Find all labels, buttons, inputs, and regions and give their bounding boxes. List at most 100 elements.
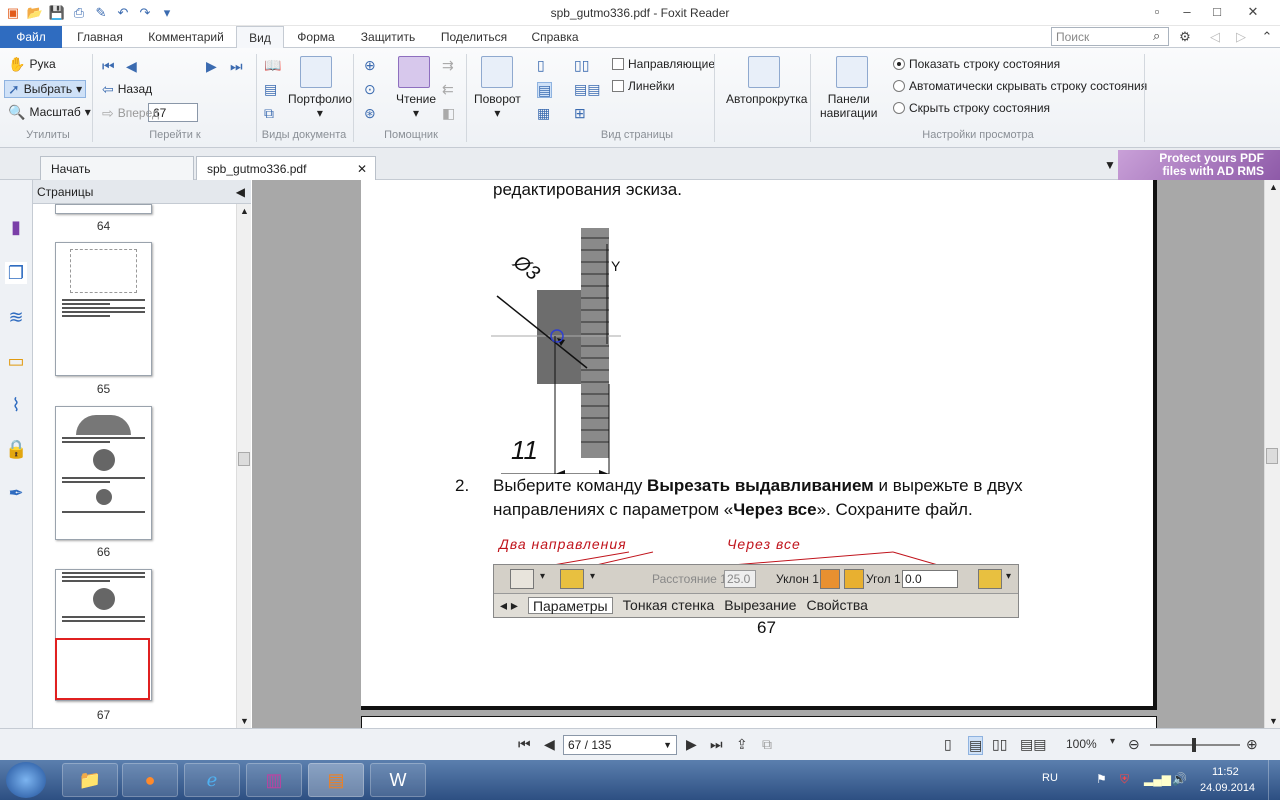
ad-banner[interactable]: Protect yours PDF files with AD RMS [1118,150,1280,180]
first-page-icon[interactable]: ⏮ [102,59,115,73]
close-tab-icon[interactable]: ✕ [357,157,367,181]
continuous-facing-icon[interactable]: ▤▤ [1020,736,1046,753]
rulers-check[interactable] [612,80,624,92]
two-page-icon[interactable]: ▯▯ [574,58,589,72]
language-indicator[interactable]: RU [1042,772,1058,784]
foxit-taskbar-button[interactable]: ▤ [308,763,364,797]
rulers-checkbox[interactable]: Линейки [612,79,675,93]
last-page-icon[interactable]: ⏭ [710,736,723,753]
zoom-tool-button[interactable]: 🔍 Масштаб ▾ [8,105,91,119]
reflow-view-icon[interactable]: ⧉ [264,106,274,120]
tab-file[interactable]: Файл [0,26,62,48]
last-page-icon[interactable]: ⏭ [230,59,243,73]
next-page-icon[interactable]: ▶ [686,736,697,753]
rotate-button[interactable]: Поворот ▾ [474,92,521,120]
single-page-icon[interactable]: ▯ [537,58,545,72]
tab-view[interactable]: Вид [236,26,284,49]
continuous-page-icon[interactable]: ▤ [537,82,553,98]
tab-help[interactable]: Справка [524,26,586,48]
page-navigation-field[interactable]: 67 / 135 ▼ [563,735,677,755]
document-viewport[interactable]: редактирования эскиза. Ø3 Y 11 2. Выбери… [252,180,1264,728]
radio-off[interactable] [893,80,905,92]
search-icon[interactable]: ⌕ [1153,28,1160,44]
hide-statusbar-radio[interactable]: Скрыть строку состояния [893,101,1050,115]
autohide-statusbar-radio[interactable]: Автоматически скрывать строку состояния [893,79,1147,93]
text-view-icon[interactable]: ▤ [264,82,277,96]
clock-date[interactable]: 24.09.2014 [1200,782,1255,794]
scroll-down-icon[interactable]: ▼ [1269,716,1278,726]
zoom-slider-handle[interactable] [1192,738,1196,752]
chevron-down-icon[interactable]: ▼ [663,740,672,750]
zoom-level[interactable]: 100% [1066,737,1097,751]
attachments-icon[interactable]: ⌇ [5,394,27,416]
zoom-in-lens-icon[interactable]: ⊕ [364,58,376,72]
collapse-panel-icon[interactable]: ◀ [236,185,245,199]
show-desktop-button[interactable] [1268,760,1280,800]
facing-view-icon[interactable]: ▯▯ [992,736,1007,753]
tab-share[interactable]: Поделиться [432,26,516,48]
security-lock-icon[interactable]: 🔒 [5,438,27,460]
tab-protect[interactable]: Защитить [352,26,424,48]
start-button[interactable] [6,762,46,798]
audio-stop-icon[interactable]: ◧ [442,106,455,120]
search-input[interactable]: Поиск [1051,27,1169,46]
nav-forward-arrow-icon[interactable]: ▷ [1230,27,1252,47]
close-button[interactable]: ✕ [1242,2,1264,22]
portfolio-button[interactable]: Портфолио ▾ [288,92,352,120]
read-aloud-button[interactable]: Чтение ▾ [396,92,436,120]
tabs-dropdown-icon[interactable]: ▼ [1104,158,1116,172]
portfolio-icon[interactable] [300,56,332,88]
page-thumbnail[interactable] [55,242,152,376]
page-thumbnail[interactable] [55,406,152,540]
prev-page-icon[interactable]: ◀ [126,59,137,73]
scroll-up-icon[interactable]: ▲ [240,206,249,216]
insert-page-icon[interactable]: ⧉ [762,736,772,753]
nav-back-arrow-icon[interactable]: ◁ [1204,27,1226,47]
tab-start[interactable]: Начать [40,156,194,180]
winrar-taskbar-button[interactable]: ▥ [246,763,302,797]
speaker-icon[interactable] [398,56,430,88]
signatures-icon[interactable]: ✒ [5,482,27,504]
page-layout-icon[interactable]: ▦ [537,106,550,120]
layers-icon[interactable]: ≋ [5,306,27,328]
magnify-tool-icon[interactable]: ⊛ [364,106,376,120]
two-page-continuous-icon[interactable]: ▤▤ [574,82,600,96]
prev-page-icon[interactable]: ◀ [544,736,555,753]
tray-volume-icon[interactable]: 🔊 [1172,772,1187,786]
select-tool-button[interactable]: ➚ Выбрать ▾ [4,80,87,98]
book-view-icon[interactable]: 📖 [264,58,281,72]
maximize-button[interactable]: □ [1206,2,1228,22]
audio-next-icon[interactable]: ⇉ [442,58,454,72]
pages-scrollbar[interactable]: ▲ ▼ [236,204,251,728]
single-page-view-icon[interactable]: ▯ [944,736,952,753]
forward-button[interactable]: ⇨ Вперед [102,106,159,120]
restore-ribbon-icon[interactable]: ▫ [1146,2,1168,22]
tray-antivirus-icon[interactable]: ⛨ [1120,772,1129,787]
navigation-panels-button[interactable]: Панели навигации [820,92,877,120]
loupe-icon[interactable]: ⊙ [364,82,376,96]
ie-taskbar-button[interactable]: ℯ [184,763,240,797]
scroll-thumb[interactable] [238,452,250,466]
first-page-icon[interactable]: ⏮ [518,736,531,753]
radio-off[interactable] [893,102,905,114]
export-page-icon[interactable]: ⇪ [736,736,748,753]
firefox-taskbar-button[interactable]: ● [122,763,178,797]
split-view-icon[interactable]: ⊞ [574,106,586,120]
tab-home[interactable]: Главная [68,26,132,48]
tray-network-icon[interactable]: ▂▄▆ [1144,772,1171,786]
rotate-icon[interactable] [481,56,513,88]
settings-gear-icon[interactable]: ⚙ [1174,27,1196,47]
autoscroll-icon[interactable] [748,56,780,88]
tray-flag-icon[interactable]: ⚑ [1096,772,1107,786]
explorer-taskbar-button[interactable]: 📁 [62,763,118,797]
minimize-button[interactable]: – [1176,2,1198,22]
back-button[interactable]: ⇦ Назад [102,82,152,96]
tab-comment[interactable]: Комментарий [140,26,232,48]
zoom-dropdown-icon[interactable]: ▾ [1110,736,1115,747]
clock-time[interactable]: 11:52 [1212,766,1239,778]
scroll-down-icon[interactable]: ▼ [240,716,249,726]
zoom-out-icon[interactable]: ⊖ [1128,736,1140,753]
radio-on[interactable] [893,58,905,70]
scroll-up-icon[interactable]: ▲ [1269,182,1278,192]
hand-tool-button[interactable]: ✋ Рука [8,57,56,71]
